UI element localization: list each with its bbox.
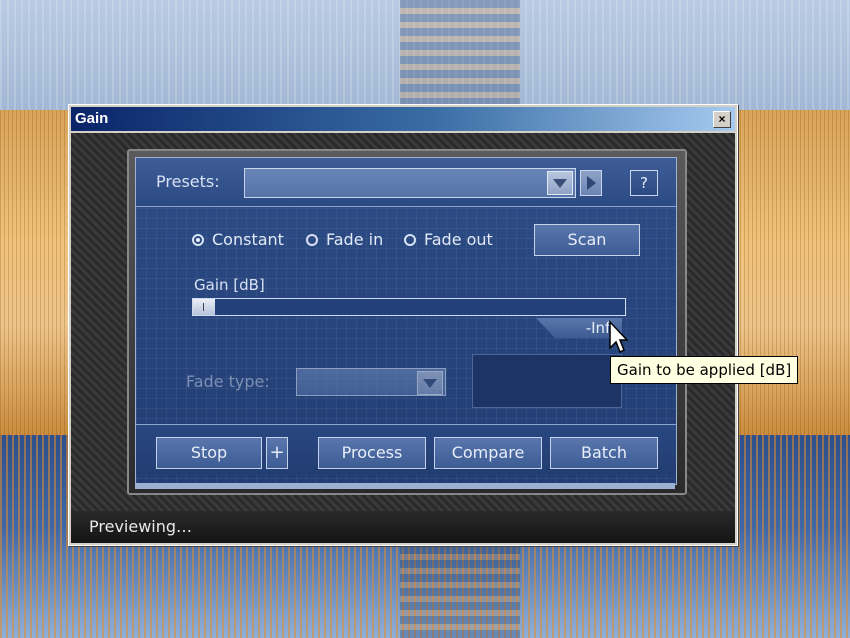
radio-fade-out-label: Fade out (424, 230, 493, 249)
close-button[interactable]: × (713, 111, 731, 128)
plus-button[interactable]: + (266, 437, 288, 469)
chevron-down-icon[interactable] (547, 171, 573, 195)
presets-row: Presets: ? (136, 158, 676, 207)
radio-dot-icon (192, 233, 204, 246)
gain-slider-thumb[interactable] (193, 299, 215, 315)
stop-button[interactable]: Stop (156, 437, 262, 469)
radio-fade-out[interactable]: Fade out (404, 230, 493, 249)
gain-slider[interactable] (192, 298, 626, 316)
play-arrow-icon[interactable] (580, 170, 602, 196)
compare-button[interactable]: Compare (434, 437, 542, 469)
presets-label: Presets: (156, 172, 220, 191)
help-button[interactable]: ? (630, 170, 658, 196)
gain-dialog: Gain × Presets: ? Constant Fade in Fade … (68, 104, 738, 546)
gain-panel: Presets: ? Constant Fade in Fade out Sca… (135, 157, 677, 485)
chevron-down-icon[interactable] (417, 371, 443, 395)
presets-dropdown[interactable] (244, 168, 576, 198)
panel-footer-strip (135, 483, 675, 489)
dialog-frame: Presets: ? Constant Fade in Fade out Sca… (71, 133, 735, 511)
fade-curve-preview (472, 354, 622, 408)
fade-type-label: Fade type: (186, 372, 270, 391)
fade-type-dropdown[interactable] (296, 368, 446, 396)
scan-button[interactable]: Scan (534, 224, 640, 256)
process-button[interactable]: Process (318, 437, 426, 469)
batch-button[interactable]: Batch (550, 437, 658, 469)
status-text: Previewing… (89, 517, 193, 536)
status-bar: Previewing… (71, 511, 735, 543)
radio-fade-in-label: Fade in (326, 230, 384, 249)
radio-constant-label: Constant (212, 230, 284, 249)
gain-tooltip: Gain to be applied [dB] (610, 356, 799, 384)
action-bar: Stop + Process Compare Batch (136, 424, 676, 475)
radio-fade-in[interactable]: Fade in (306, 230, 383, 249)
radio-constant[interactable]: Constant (192, 230, 284, 249)
radio-dot-icon (306, 233, 318, 246)
mouse-pointer-icon (609, 320, 628, 354)
dialog-title-bar[interactable]: Gain × (71, 107, 735, 131)
dialog-title: Gain (75, 110, 109, 127)
gain-label: Gain [dB] (194, 276, 265, 294)
radio-dot-icon (404, 233, 416, 246)
panel-bezel: Presets: ? Constant Fade in Fade out Sca… (127, 149, 687, 495)
